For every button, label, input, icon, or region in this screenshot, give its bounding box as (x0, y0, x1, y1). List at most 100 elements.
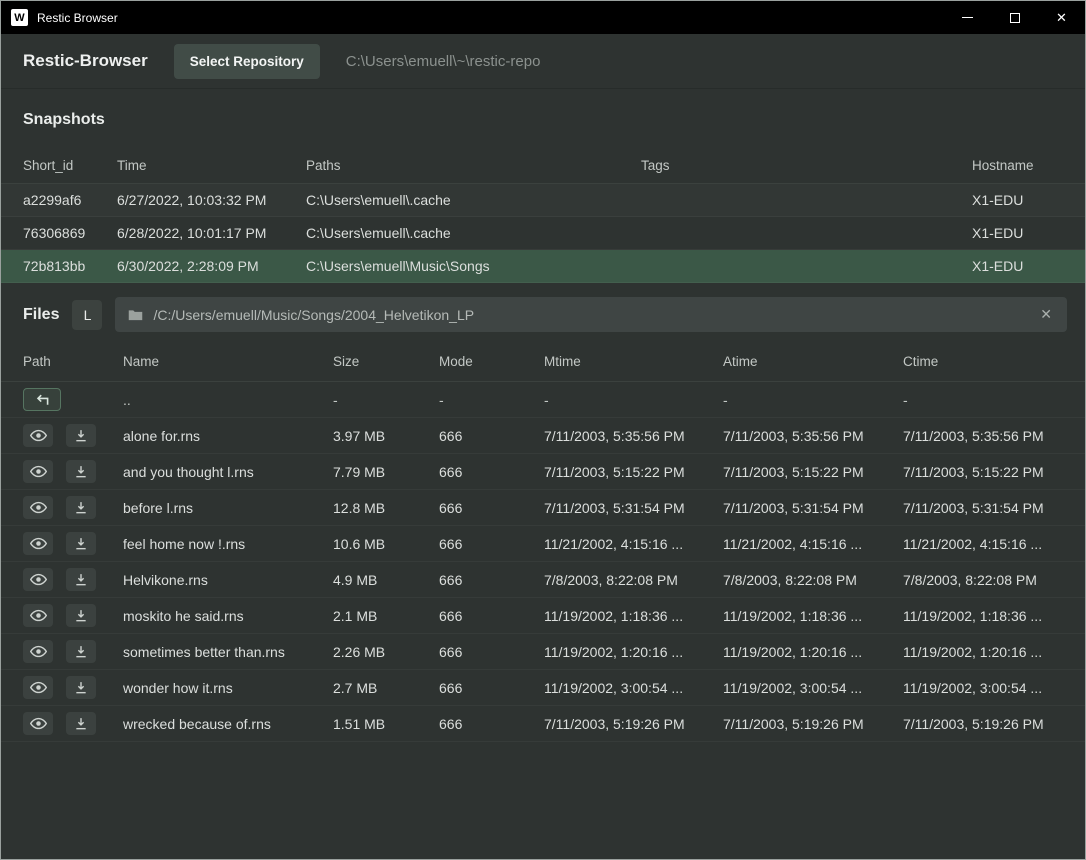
snapshot-time: 6/27/2022, 10:03:32 PM (117, 192, 306, 208)
close-button[interactable]: ✕ (1038, 1, 1085, 34)
snapshot-time: 6/28/2022, 10:01:17 PM (117, 225, 306, 241)
folder-icon (128, 308, 143, 321)
window-title: Restic Browser (37, 11, 118, 25)
download-icon (74, 537, 88, 551)
column-header-tags: Tags (641, 158, 972, 173)
download-icon (74, 717, 88, 731)
file-size: - (333, 392, 439, 408)
go-up-button[interactable] (23, 388, 61, 411)
header: Restic-Browser Select Repository C:\User… (1, 34, 1085, 89)
download-icon (74, 681, 88, 695)
preview-file-button[interactable] (23, 460, 53, 483)
file-row: feel home now !.rns 10.6 MB 666 11/21/20… (1, 526, 1085, 562)
eye-icon (30, 609, 47, 622)
download-icon (74, 645, 88, 659)
download-file-button[interactable] (66, 712, 96, 735)
file-name: Helvikone.rns (123, 572, 333, 588)
column-header-path: Path (23, 354, 123, 369)
return-arrow-icon (34, 394, 50, 406)
file-mtime: 11/19/2002, 1:18:36 ... (544, 608, 723, 624)
file-row: sometimes better than.rns 2.26 MB 666 11… (1, 634, 1085, 670)
preview-file-button[interactable] (23, 676, 53, 699)
minimize-button[interactable] (944, 1, 991, 34)
file-atime: 7/11/2003, 5:19:26 PM (723, 716, 903, 732)
parent-dir-row: .. - - - - - (1, 382, 1085, 418)
file-ctime: 7/11/2003, 5:19:26 PM (903, 716, 1063, 732)
file-mode: 666 (439, 644, 544, 660)
snapshot-row-selected[interactable]: 72b813bb 6/30/2022, 2:28:09 PM C:\Users\… (1, 250, 1085, 283)
file-row: alone for.rns 3.97 MB 666 7/11/2003, 5:3… (1, 418, 1085, 454)
column-header-hostname: Hostname (972, 158, 1063, 173)
file-size: 1.51 MB (333, 716, 439, 732)
eye-icon (30, 717, 47, 730)
files-table-header: Path Name Size Mode Mtime Atime Ctime (1, 342, 1085, 382)
snapshot-row[interactable]: a2299af6 6/27/2022, 10:03:32 PM C:\Users… (1, 184, 1085, 217)
file-size: 3.97 MB (333, 428, 439, 444)
column-header-paths: Paths (306, 158, 641, 173)
file-size: 2.7 MB (333, 680, 439, 696)
file-name: sometimes better than.rns (123, 644, 333, 660)
file-ctime: 7/11/2003, 5:31:54 PM (903, 500, 1063, 516)
file-size: 4.9 MB (333, 572, 439, 588)
file-atime: 7/8/2003, 8:22:08 PM (723, 572, 903, 588)
file-name: wonder how it.rns (123, 680, 333, 696)
preview-file-button[interactable] (23, 604, 53, 627)
files-table: .. - - - - - alone for.rns 3.97 MB 666 7… (1, 382, 1085, 742)
file-mode: 666 (439, 500, 544, 516)
preview-file-button[interactable] (23, 712, 53, 735)
file-row: before l.rns 12.8 MB 666 7/11/2003, 5:31… (1, 490, 1085, 526)
file-atime: 11/19/2002, 1:20:16 ... (723, 644, 903, 660)
download-file-button[interactable] (66, 460, 96, 483)
eye-icon (30, 465, 47, 478)
file-name: feel home now !.rns (123, 536, 333, 552)
file-name: wrecked because of.rns (123, 716, 333, 732)
file-mode: 666 (439, 572, 544, 588)
file-row: wrecked because of.rns 1.51 MB 666 7/11/… (1, 706, 1085, 742)
maximize-icon (1010, 13, 1020, 23)
preview-file-button[interactable] (23, 640, 53, 663)
file-ctime: 11/21/2002, 4:15:16 ... (903, 536, 1063, 552)
snapshot-hostname: X1-EDU (972, 258, 1063, 274)
snapshot-row[interactable]: 76306869 6/28/2022, 10:01:17 PM C:\Users… (1, 217, 1085, 250)
file-size: 2.1 MB (333, 608, 439, 624)
preview-file-button[interactable] (23, 496, 53, 519)
download-file-button[interactable] (66, 424, 96, 447)
file-mtime: 7/11/2003, 5:15:22 PM (544, 464, 723, 480)
download-icon (74, 609, 88, 623)
preview-file-button[interactable] (23, 424, 53, 447)
files-bar: Files L /C:/Users/emuell/Music/Songs/200… (1, 287, 1085, 342)
list-mode-button[interactable]: L (72, 300, 102, 330)
snapshot-paths: C:\Users\emuell\.cache (306, 192, 641, 208)
file-size: 10.6 MB (333, 536, 439, 552)
maximize-button[interactable] (991, 1, 1038, 34)
titlebar: W Restic Browser ✕ (1, 1, 1085, 34)
file-atime: - (723, 392, 903, 408)
file-mtime: 7/11/2003, 5:31:54 PM (544, 500, 723, 516)
file-mode: 666 (439, 608, 544, 624)
column-header-time: Time (117, 158, 306, 173)
file-mode: - (439, 392, 544, 408)
file-name: before l.rns (123, 500, 333, 516)
download-file-button[interactable] (66, 604, 96, 627)
close-icon: ✕ (1040, 306, 1052, 322)
column-header-mtime: Mtime (544, 354, 723, 369)
file-atime: 11/21/2002, 4:15:16 ... (723, 536, 903, 552)
download-file-button[interactable] (66, 676, 96, 699)
preview-file-button[interactable] (23, 532, 53, 555)
download-file-button[interactable] (66, 496, 96, 519)
download-file-button[interactable] (66, 532, 96, 555)
download-file-button[interactable] (66, 640, 96, 663)
column-header-ctime: Ctime (903, 354, 1063, 369)
file-name: and you thought l.rns (123, 464, 333, 480)
file-ctime: 7/11/2003, 5:35:56 PM (903, 428, 1063, 444)
file-row: Helvikone.rns 4.9 MB 666 7/8/2003, 8:22:… (1, 562, 1085, 598)
select-repository-button[interactable]: Select Repository (174, 44, 320, 79)
download-icon (74, 465, 88, 479)
file-name: .. (123, 392, 333, 408)
clear-path-button[interactable]: ✕ (1038, 306, 1054, 323)
download-file-button[interactable] (66, 568, 96, 591)
file-mode: 666 (439, 428, 544, 444)
preview-file-button[interactable] (23, 568, 53, 591)
repo-path-field[interactable]: C:\Users\emuell\~\restic-repo (346, 53, 541, 70)
snapshots-table-header: Short_id Time Paths Tags Hostname (1, 147, 1085, 184)
